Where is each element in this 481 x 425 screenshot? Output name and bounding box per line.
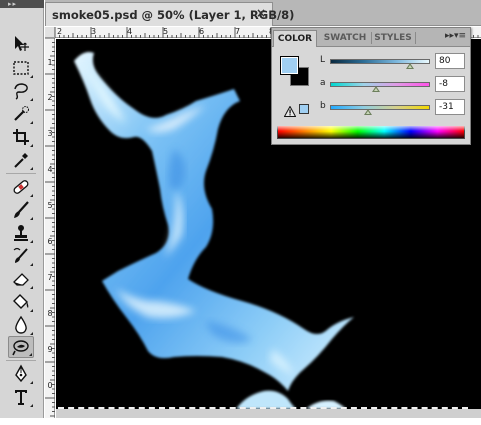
rectangular-marquee-icon[interactable] bbox=[8, 57, 34, 79]
slider-a-track[interactable] bbox=[330, 82, 430, 87]
ruler-label: 7 bbox=[235, 27, 241, 36]
ruler-label: 0 bbox=[47, 381, 53, 390]
ruler-label: 1 bbox=[47, 58, 53, 67]
tab-swatches[interactable]: SWATCH bbox=[320, 30, 370, 47]
color-panel-tabs: COLOR SWATCH STYLES ▸▸ ▾≡ bbox=[272, 28, 470, 47]
ruler-label: 8 bbox=[47, 309, 53, 318]
close-icon[interactable]: × bbox=[256, 6, 266, 20]
ruler-label: 9 bbox=[47, 345, 53, 354]
eraser-icon[interactable] bbox=[8, 268, 34, 290]
warning-icon[interactable] bbox=[283, 104, 297, 117]
collapse-panel-icon[interactable]: ▸▸ bbox=[445, 31, 454, 41]
ruler-label: 2 bbox=[57, 27, 63, 36]
slider-l-thumb[interactable] bbox=[406, 63, 414, 69]
lasso-tool-icon[interactable] bbox=[8, 80, 34, 102]
ruler-label: 3 bbox=[47, 129, 53, 138]
dodge-tool-icon[interactable] bbox=[8, 336, 34, 358]
paint-bucket-icon[interactable] bbox=[8, 291, 34, 313]
slider-b-label: b bbox=[320, 101, 326, 111]
selection-marquee bbox=[58, 407, 468, 409]
ruler-label: 7 bbox=[47, 273, 53, 282]
slider-a-value[interactable]: -8 bbox=[435, 76, 465, 92]
ruler-label: 4 bbox=[127, 27, 133, 36]
slider-a-label: a bbox=[320, 78, 326, 88]
crop-tool-icon[interactable] bbox=[8, 126, 34, 148]
tab-styles[interactable]: STYLES bbox=[372, 30, 414, 47]
slider-l-label: L bbox=[320, 55, 326, 65]
tools-panel: ▸▸ bbox=[0, 0, 44, 418]
slider-a: a -8 bbox=[320, 76, 470, 93]
document-tab-bar: smoke05.psd @ 50% (Layer 1, RGB/8) × bbox=[45, 0, 481, 26]
blur-tool-icon[interactable] bbox=[8, 314, 34, 336]
color-spectrum-bar[interactable] bbox=[277, 125, 465, 139]
slider-a-thumb[interactable] bbox=[372, 86, 380, 92]
slider-b-thumb[interactable] bbox=[364, 109, 372, 115]
color-panel: COLOR SWATCH STYLES ▸▸ ▾≡ L 80 a -8 b -3… bbox=[271, 27, 471, 145]
move-tool-icon[interactable] bbox=[8, 33, 34, 55]
slider-l-value[interactable]: 80 bbox=[435, 53, 465, 69]
ruler-label: 5 bbox=[163, 27, 169, 36]
slider-l-track[interactable] bbox=[330, 59, 430, 64]
tools-panel-grip[interactable]: ▸▸ bbox=[0, 0, 44, 8]
pasteboard bbox=[56, 409, 481, 418]
ruler-label: 4 bbox=[47, 165, 53, 174]
ruler-label: 2 bbox=[47, 93, 53, 102]
slider-b: b -31 bbox=[320, 99, 470, 116]
gamut-color-chip[interactable] bbox=[299, 104, 309, 114]
vertical-ruler[interactable]: 1 2 3 4 5 6 7 8 9 0 bbox=[45, 38, 55, 418]
brush-tool-icon[interactable] bbox=[8, 199, 34, 221]
ruler-label: 6 bbox=[47, 237, 53, 246]
document-tab[interactable]: smoke05.psd @ 50% (Layer 1, RGB/8) × bbox=[45, 2, 294, 26]
clone-stamp-icon[interactable] bbox=[8, 222, 34, 244]
ruler-origin[interactable] bbox=[45, 27, 55, 38]
slider-b-track[interactable] bbox=[330, 105, 430, 110]
ruler-label: 5 bbox=[47, 201, 53, 210]
slider-b-value[interactable]: -31 bbox=[435, 99, 465, 115]
eyedropper-icon[interactable] bbox=[8, 149, 34, 171]
panel-menu-icon[interactable]: ▾≡ bbox=[454, 31, 466, 41]
foreground-color-swatch[interactable] bbox=[280, 56, 299, 75]
pen-tool-icon[interactable] bbox=[8, 363, 34, 385]
type-tool-icon[interactable] bbox=[8, 386, 34, 408]
slider-l: L 80 bbox=[320, 53, 470, 70]
ruler-label: 6 bbox=[199, 27, 205, 36]
tab-color[interactable]: COLOR bbox=[273, 30, 317, 47]
healing-brush-icon[interactable] bbox=[8, 176, 34, 198]
quick-selection-icon[interactable] bbox=[8, 103, 34, 125]
history-brush-icon[interactable] bbox=[8, 245, 34, 267]
ruler-label: 3 bbox=[91, 27, 97, 36]
